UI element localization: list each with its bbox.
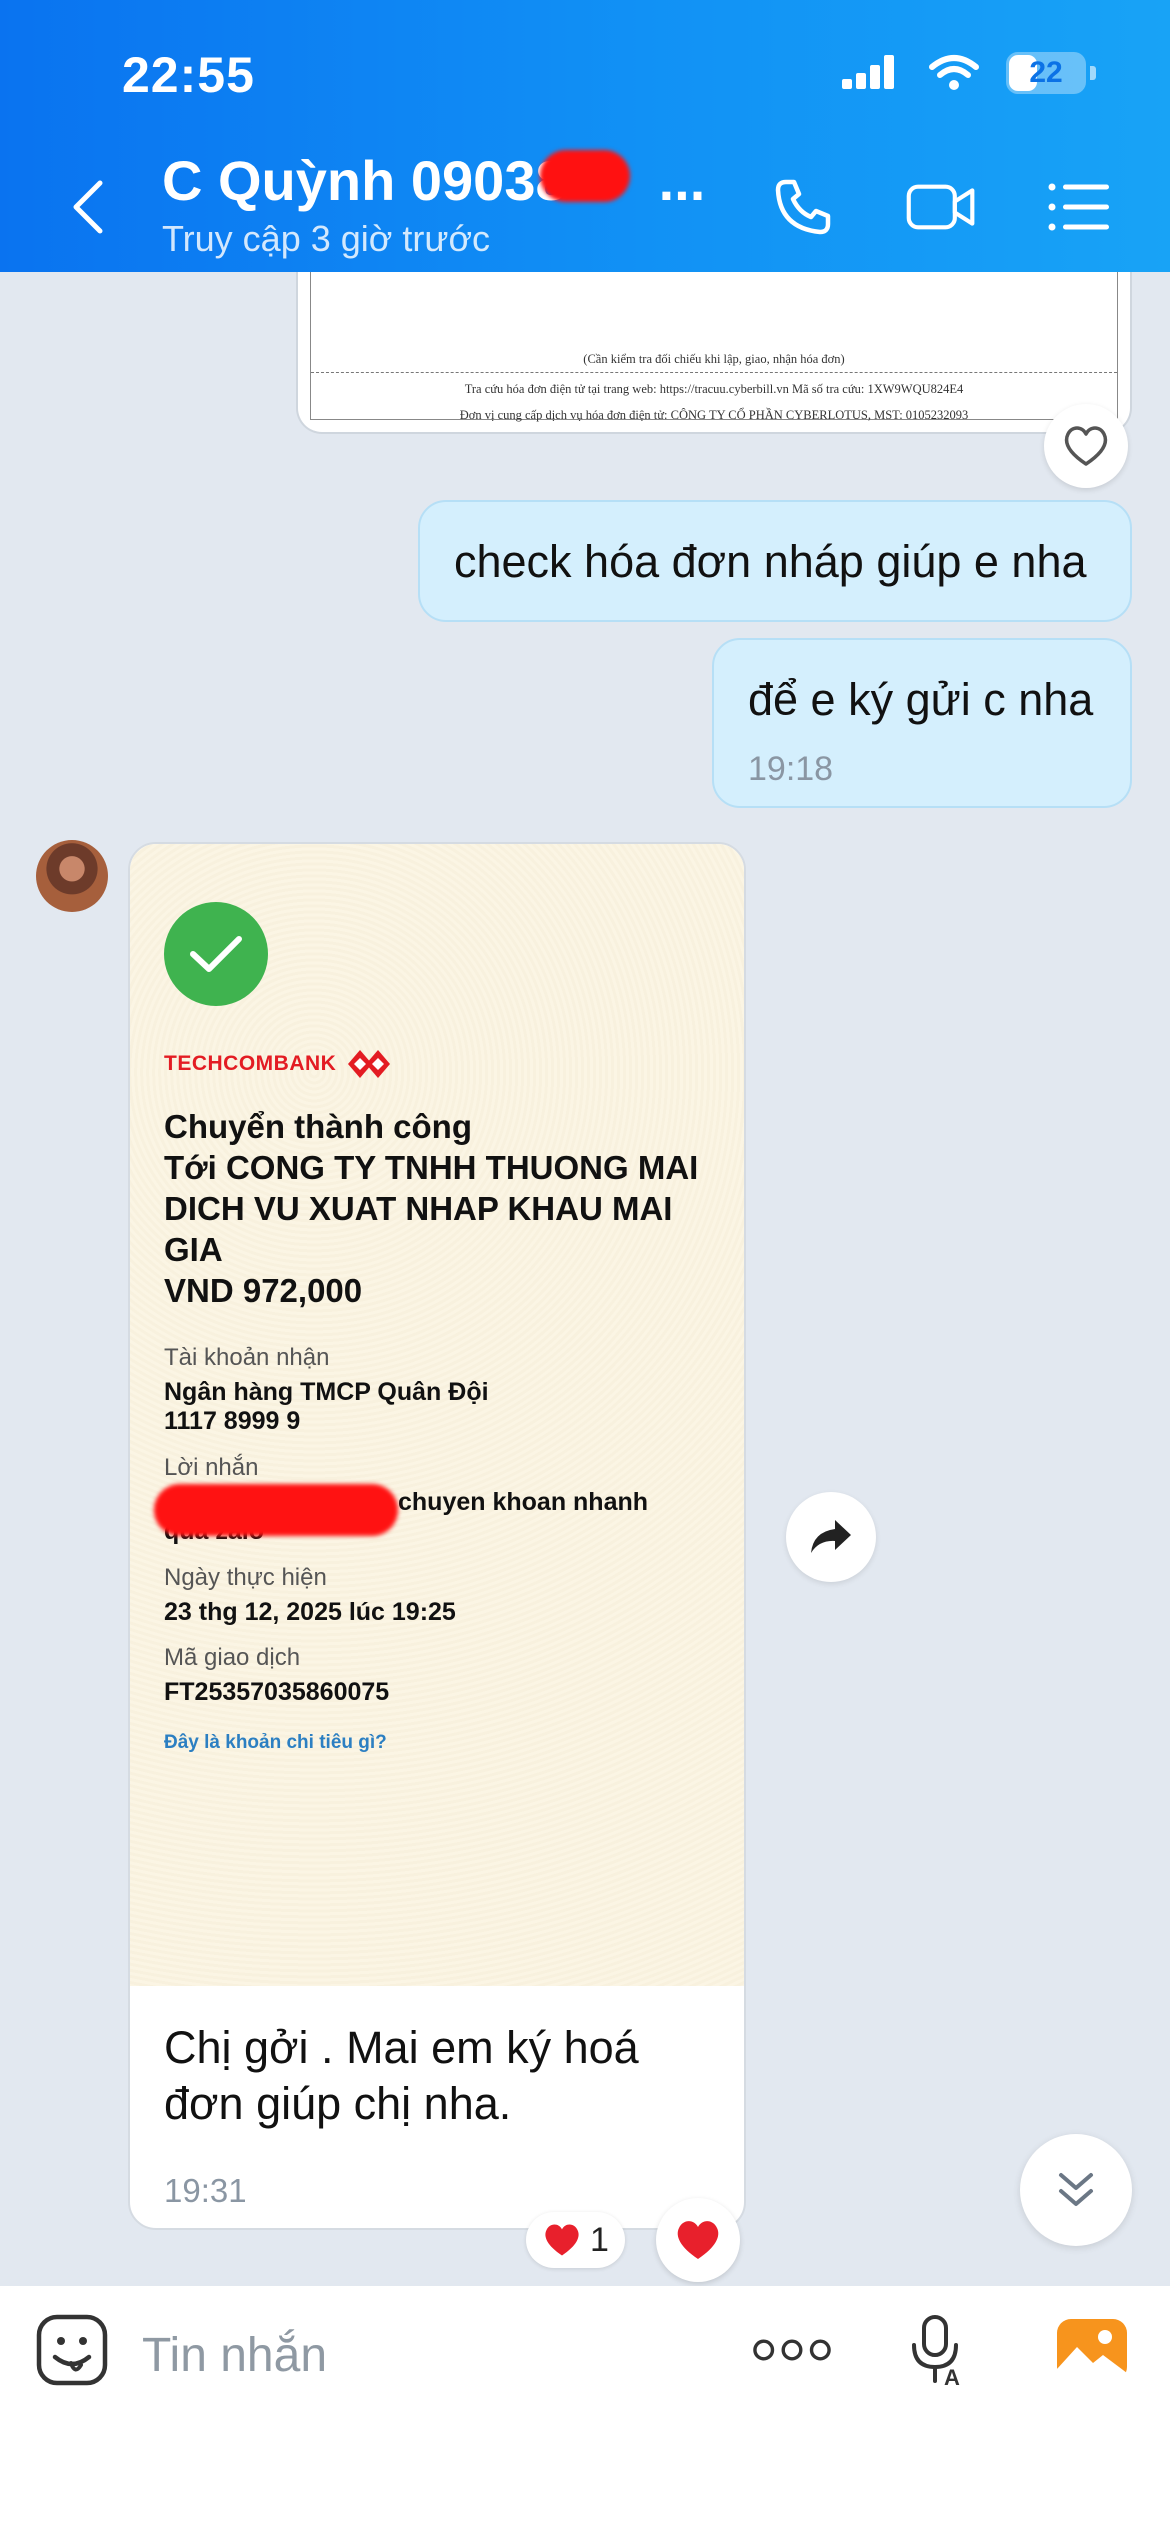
sent-message[interactable]: check hóa đơn nháp giúp e nha	[418, 500, 1132, 622]
bank-receipt-image[interactable]: TECHCOMBANK Chuyển thành công Tới CONG T…	[130, 844, 744, 1986]
sticker-smile-icon	[36, 2314, 108, 2386]
message-text: Chị gởi . Mai em ký hoá đơn giúp chị nha…	[164, 2020, 724, 2132]
reaction-count: 1	[590, 2220, 609, 2259]
image-gallery-icon	[1057, 2319, 1127, 2381]
chevron-left-icon	[73, 180, 103, 234]
invoice-provider: Đơn vị cung cấp dịch vụ hóa đơn điện tử:…	[459, 408, 969, 422]
battery-nub	[1090, 66, 1096, 80]
share-arrow-icon	[811, 1520, 851, 1553]
invoice-divider	[311, 372, 1117, 373]
caption-line: đơn giúp chị nha.	[164, 2078, 512, 2129]
techcombank-diamond-icon	[348, 1050, 391, 1078]
heart-icon	[545, 2224, 579, 2256]
spending-category-link: Đây là khoản chi tiêu gì?	[164, 1732, 387, 1753]
invoice-image-message[interactable]: (Cần kiểm tra đối chiếu khi lập, giao, n…	[296, 272, 1132, 434]
received-image-message[interactable]: TECHCOMBANK Chuyển thành công Tới CONG T…	[128, 842, 746, 2230]
transaction-label: Mã giao dịch	[164, 1644, 301, 1671]
react-heart-button[interactable]	[1044, 404, 1128, 488]
sender-avatar[interactable]	[36, 840, 108, 912]
message-label: Lời nhắn	[164, 1454, 259, 1481]
invoice-frame: (Cần kiểm tra đối chiếu khi lập, giao, n…	[310, 272, 1118, 422]
heart-icon	[677, 2221, 719, 2259]
message-time: 19:18	[748, 750, 834, 788]
signal-icon	[842, 55, 894, 89]
date-value: 23 thg 12, 2025 lúc 19:25	[164, 1598, 456, 1626]
video-call-button[interactable]	[906, 172, 976, 242]
techcombank-logo: TECHCOMBANK	[164, 1048, 392, 1080]
react-heart-button[interactable]	[656, 2198, 740, 2282]
message-time: 19:31	[164, 2172, 247, 2209]
sticker-button[interactable]	[32, 2310, 112, 2390]
transfer-recipient-line: GIA	[164, 1231, 223, 1268]
redaction-mark	[540, 150, 630, 202]
sent-message[interactable]: để e ký gửi c nha 19:18	[712, 638, 1132, 808]
transaction-id: FT25357035860075	[164, 1678, 390, 1706]
redaction-mark	[154, 1484, 398, 1536]
account-bank: Ngân hàng TMCP Quân Đội	[164, 1378, 489, 1406]
list-menu-icon	[1048, 183, 1109, 231]
battery-icon: 22	[1006, 52, 1086, 94]
last-seen: Truy cập 3 giờ trước	[162, 218, 491, 259]
reaction-summary[interactable]: 1	[526, 2212, 625, 2268]
bank-name: TECHCOMBANK	[164, 1052, 337, 1075]
transfer-amount: VND 972,000	[164, 1272, 363, 1309]
battery-level: 22	[1029, 56, 1063, 89]
back-button[interactable]	[60, 172, 116, 242]
message-input[interactable]: Tin nhắn	[142, 2328, 327, 2383]
status-time: 22:55	[122, 47, 255, 103]
double-chevron-down-icon	[1059, 2173, 1093, 2206]
success-check-icon	[164, 902, 268, 1006]
scroll-to-bottom-button[interactable]	[1020, 2134, 1132, 2246]
transfer-recipient-line: DICH VU XUAT NHAP KHAU MAI	[164, 1190, 673, 1227]
video-camera-icon	[906, 184, 975, 230]
contact-name-text: C Quỳnh 09038	[162, 149, 567, 212]
more-dots-icon	[753, 2339, 831, 2361]
account-label: Tài khoản nhận	[164, 1344, 330, 1371]
message-text: để e ký gửi c nha	[748, 674, 1094, 725]
forward-button[interactable]	[786, 1492, 876, 1582]
status-icons: 22	[842, 52, 1096, 94]
voice-to-text-button[interactable]: A	[898, 2310, 978, 2390]
more-options-button[interactable]	[752, 2310, 832, 2390]
transfer-status: Chuyển thành công	[164, 1108, 472, 1145]
heart-outline-icon	[1064, 426, 1108, 466]
transfer-summary: Chuyển thành công Tới CONG TY TNHH THUON…	[164, 1106, 724, 1311]
gallery-button[interactable]	[1052, 2310, 1132, 2390]
message-value: chuyen khoan nhanh	[398, 1488, 649, 1516]
microphone-icon: A	[912, 2315, 960, 2387]
wifi-icon	[929, 55, 979, 90]
contact-name-ellipsis: ...	[658, 149, 706, 212]
voice-call-button[interactable]	[768, 172, 838, 242]
chat-header: 22:55 22 C Quỳnh 09038... Truy cập 3 giờ…	[0, 0, 1170, 272]
phone-icon	[775, 179, 831, 235]
message-input-bar: Tin nhắn A	[0, 2286, 1170, 2532]
caption-line: Chị gởi . Mai em ký hoá	[164, 2022, 639, 2073]
message-text: check hóa đơn nháp giúp e nha	[454, 536, 1087, 587]
svg-text:A: A	[944, 2365, 960, 2387]
invoice-lookup: Tra cứu hóa đơn điện tử tại trang web: h…	[464, 382, 964, 396]
account-number: 1117 8999 9	[164, 1407, 301, 1435]
invoice-note: (Cần kiểm tra đối chiếu khi lập, giao, n…	[583, 352, 845, 366]
date-label: Ngày thực hiện	[164, 1564, 327, 1591]
transfer-recipient-line: Tới CONG TY TNHH THUONG MAI	[164, 1149, 699, 1186]
chat-menu-button[interactable]	[1044, 172, 1114, 242]
